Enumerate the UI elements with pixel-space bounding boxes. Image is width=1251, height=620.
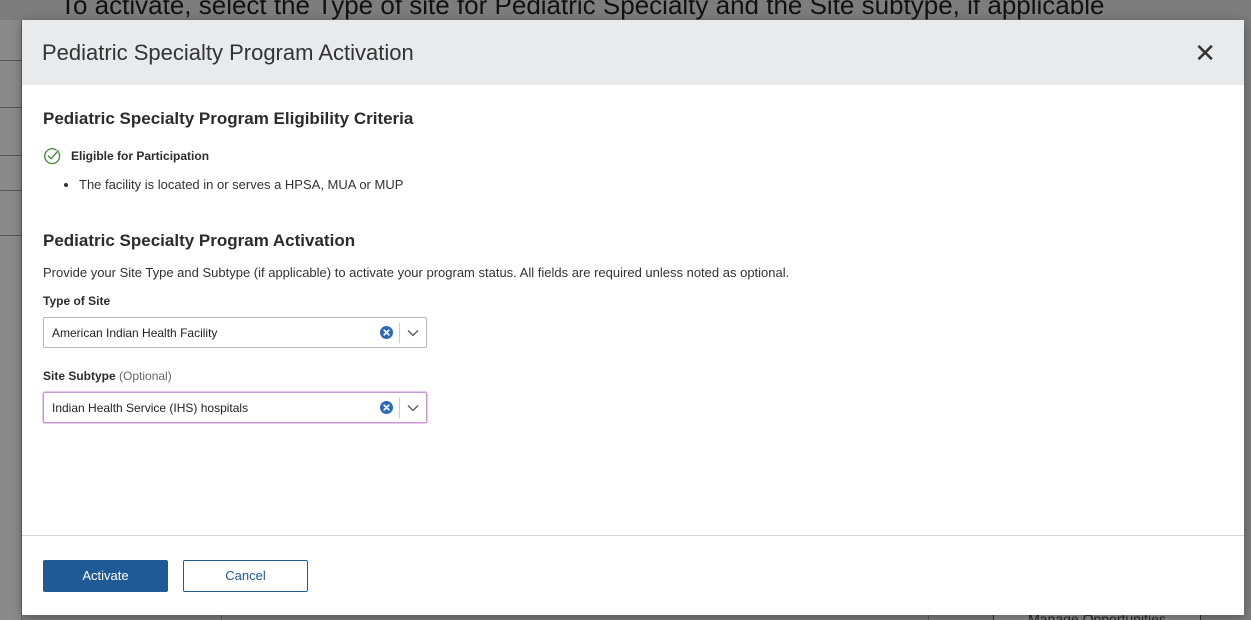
- background-divider: [0, 60, 22, 61]
- modal-footer: Activate Cancel: [22, 535, 1244, 615]
- activation-modal: Pediatric Specialty Program Activation ✕…: [22, 20, 1244, 615]
- eligibility-status: Eligible for Participation: [43, 147, 1223, 165]
- site-type-label: Type of Site: [43, 294, 111, 308]
- activation-heading: Pediatric Specialty Program Activation: [43, 231, 356, 250]
- background-divider: [0, 190, 22, 191]
- activation-instructions: Provide your Site Type and Subtype (if a…: [43, 265, 790, 280]
- eligibility-heading: Pediatric Specialty Program Eligibility …: [43, 109, 414, 128]
- check-circle-icon: [44, 148, 61, 165]
- modal-header: Pediatric Specialty Program Activation ✕: [22, 20, 1244, 85]
- clear-icon[interactable]: [380, 401, 393, 414]
- modal-body: Pediatric Specialty Program Eligibility …: [22, 85, 1244, 423]
- site-subtype-label-text: Site Subtype: [43, 369, 116, 383]
- optional-indicator: (Optional): [119, 369, 172, 383]
- activate-button[interactable]: Activate: [43, 559, 168, 592]
- background-instruction-text: To activate, select the Type of site for…: [60, 0, 1105, 20]
- site-type-value: American Indian Health Facility: [52, 325, 218, 340]
- eligibility-criterion: The facility is located in or serves a H…: [79, 177, 1223, 192]
- site-type-select[interactable]: American Indian Health Facility: [43, 317, 427, 348]
- chevron-down-icon[interactable]: [400, 329, 426, 337]
- close-icon[interactable]: ✕: [1194, 40, 1216, 66]
- clear-icon[interactable]: [380, 326, 393, 339]
- chevron-down-icon[interactable]: [400, 404, 426, 412]
- eligibility-criteria-list: The facility is located in or serves a H…: [43, 177, 1223, 192]
- background-left-column: [0, 20, 22, 620]
- site-subtype-select[interactable]: Indian Health Service (IHS) hospitals: [43, 392, 427, 423]
- background-divider: [0, 107, 22, 108]
- modal-title: Pediatric Specialty Program Activation: [42, 39, 414, 65]
- cancel-button[interactable]: Cancel: [183, 559, 308, 592]
- site-subtype-value: Indian Health Service (IHS) hospitals: [52, 400, 249, 415]
- eligibility-status-label: Eligible for Participation: [71, 149, 210, 163]
- background-divider: [0, 155, 22, 156]
- background-divider: [0, 235, 22, 236]
- site-subtype-label: Site Subtype (Optional): [43, 369, 1223, 383]
